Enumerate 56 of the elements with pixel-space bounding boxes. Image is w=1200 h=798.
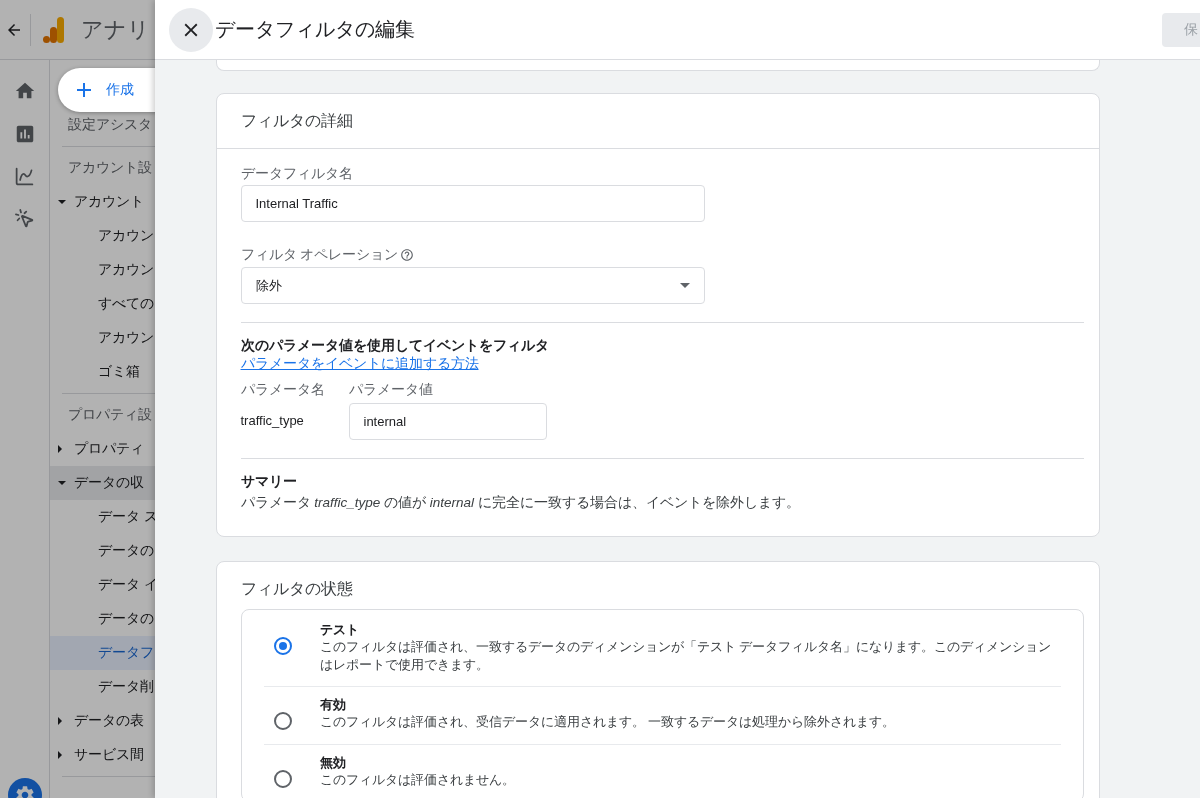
help-link[interactable]: パラメータをイベントに追加する方法 [240, 355, 479, 373]
nav-group[interactable]: アカウント [50, 185, 155, 219]
option-description: このフィルタは評価され、受信データに適用されます。 一致するデータは処理から除外されます。 [319, 714, 895, 731]
trend-chart-icon[interactable] [14, 166, 35, 187]
section-heading: 次のパラメータ値を使用してイベントをフィルタ [240, 337, 550, 355]
nav-section-label: プロパティ設 [68, 406, 152, 424]
field-label: フィルタ オペレーション [240, 246, 1084, 264]
nav-item[interactable]: データの [50, 602, 155, 636]
option-title: テスト [319, 622, 360, 639]
close-button[interactable] [169, 7, 213, 52]
option-description: このフィルタは評価され、一致するデータのディメンションが「テスト データフィルタ名」になります。このディメンションはレポートで使用できます。 [319, 639, 1052, 674]
option-description: このフィルタは評価されません。 [319, 771, 515, 789]
summary-text: パラメータ traffic_type の値が internal に完全に一致する場合は、イベントを除外します。 [240, 494, 801, 512]
radio-button[interactable] [273, 769, 292, 788]
nav-item[interactable]: データの [50, 534, 155, 568]
nav-item[interactable]: 設定アシスタ [68, 116, 152, 134]
section-heading: サマリー [240, 473, 298, 491]
nav-group[interactable]: データの表 [50, 704, 155, 738]
caret-down-icon [58, 200, 66, 204]
caret-right-icon [58, 717, 62, 725]
radio-button[interactable] [273, 712, 292, 730]
operation-select[interactable]: 除外 [240, 267, 705, 304]
parameter-name: traffic_type [240, 413, 305, 428]
card-title: フィルタの状態 [239, 579, 354, 599]
nav-item[interactable]: アカウン [50, 253, 155, 287]
nav-item[interactable]: アカウン [50, 219, 155, 253]
help-icon[interactable] [400, 248, 415, 262]
caret-down-icon [58, 481, 66, 485]
column-label: パラメータ値 [348, 381, 434, 399]
nav-group[interactable]: サービス間 [50, 738, 155, 772]
nav-item[interactable]: アカウン [50, 321, 155, 355]
radio-button[interactable] [273, 637, 292, 655]
parameter-value-field[interactable]: internal [348, 403, 547, 440]
option-title: 無効 [319, 754, 347, 772]
option-title: 有効 [319, 697, 347, 714]
nav-item[interactable]: ゴミ箱 [50, 355, 155, 389]
field-label: データフィルタ名 [240, 165, 354, 183]
create-button[interactable]: 作成 [58, 68, 155, 112]
logo-icon [43, 16, 65, 43]
caret-right-icon [58, 445, 62, 453]
nav-item[interactable]: データ ス [50, 500, 155, 534]
cursor-click-icon[interactable] [14, 208, 35, 229]
nav-group[interactable]: データの収 [50, 466, 155, 500]
column-label: パラメータ名 [240, 381, 326, 399]
nav-item[interactable]: データ イ [50, 568, 155, 602]
card-title: フィルタの詳細 [216, 94, 1099, 149]
nav-item[interactable]: データ削 [50, 670, 155, 704]
nav-section-label: アカウント設 [68, 159, 152, 177]
caret-right-icon [58, 751, 62, 759]
nav-item[interactable]: すべての [50, 287, 155, 321]
nav-item[interactable]: データフ [50, 636, 155, 670]
dialog-title: データフィルタの編集 [215, 17, 416, 42]
app-title: アナリ [81, 15, 150, 44]
name-field[interactable]: Internal Traffic [240, 185, 705, 222]
nav-group[interactable]: プロパティ [50, 432, 155, 466]
caret-down-icon [679, 283, 690, 288]
